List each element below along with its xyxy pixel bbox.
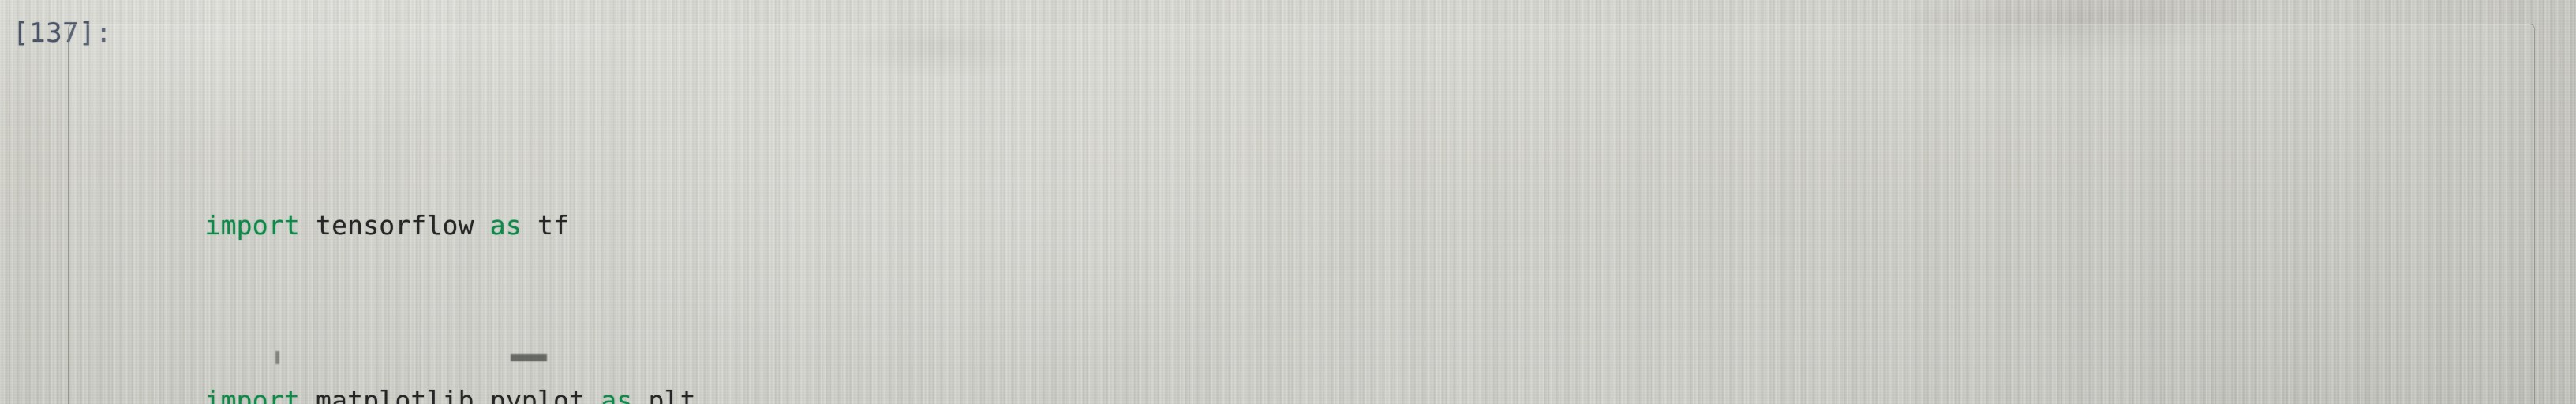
code-cell[interactable]: import tensorflow as tf import matplotli… xyxy=(68,24,2535,404)
code-editor-area[interactable]: import tensorflow as tf import matplotli… xyxy=(78,28,2534,404)
next-line-partial-glyph xyxy=(511,354,547,361)
code-token-identifier: matplotlib.pyplot xyxy=(299,385,601,404)
code-token-identifier: plt xyxy=(632,385,696,404)
code-token-identifier: tf xyxy=(521,210,570,241)
screenshot-canvas: [137]: import tensorflow as tf import ma… xyxy=(0,0,2576,404)
next-line-partial-glyph-2 xyxy=(275,351,279,364)
code-token-keyword: as xyxy=(601,385,633,404)
code-line: import matplotlib.pyplot as plt xyxy=(78,335,2534,404)
code-token-keyword: import xyxy=(204,210,300,241)
code-token-identifier: tensorflow xyxy=(299,210,490,241)
code-line: import tensorflow as tf xyxy=(78,160,2534,241)
code-token-keyword: import xyxy=(204,385,300,404)
code-token-keyword: as xyxy=(489,210,522,241)
